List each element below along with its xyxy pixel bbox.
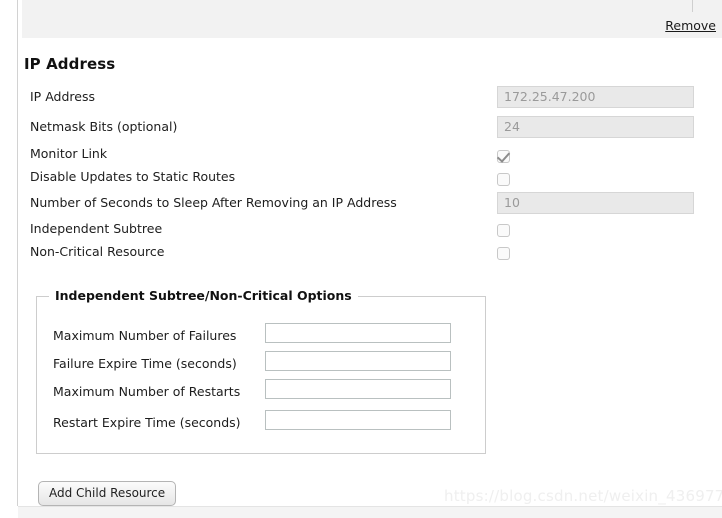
watermark-text: https://blog.csdn.net/weixin_43697701 bbox=[444, 487, 722, 505]
label-maximum-number-of-failures: Maximum Number of Failures bbox=[53, 328, 237, 343]
label-netmask-bits: Netmask Bits (optional) bbox=[30, 119, 178, 134]
non-critical-resource-checkbox[interactable] bbox=[497, 247, 510, 260]
form-row-monitor-link: Monitor Link bbox=[0, 143, 722, 166]
resource-header-bar: Remove bbox=[22, 0, 722, 38]
label-disable-updates-to-static-routes: Disable Updates to Static Routes bbox=[30, 169, 236, 184]
remove-resource-link[interactable]: Remove bbox=[665, 19, 716, 33]
seconds-to-sleep-input[interactable] bbox=[497, 192, 694, 214]
header-tick-mark bbox=[692, 0, 693, 12]
fieldset-row-restart-expire-time: Restart Expire Time (seconds) bbox=[37, 410, 487, 438]
field-monitor-link-wrap bbox=[497, 146, 510, 165]
independent-subtree-options-fieldset: Independent Subtree/Non-Critical Options… bbox=[36, 288, 487, 454]
field-seconds-to-sleep-wrap bbox=[497, 192, 694, 214]
form-row-disable-updates-static-routes: Disable Updates to Static Routes bbox=[0, 166, 722, 192]
label-failure-expire-time: Failure Expire Time (seconds) bbox=[53, 356, 237, 371]
field-non-critical-resource-wrap bbox=[497, 243, 510, 262]
resource-config-panel: Remove IP Address IP Address Netmask Bit… bbox=[0, 0, 722, 518]
fieldset-rows: Maximum Number of Failures Failure Expir… bbox=[37, 323, 487, 438]
field-disable-updates-wrap bbox=[497, 169, 510, 188]
field-netmask-bits-wrap bbox=[497, 116, 694, 138]
form-row-sleep-seconds: Number of Seconds to Sleep After Removin… bbox=[0, 192, 722, 218]
form-row-netmask-bits: Netmask Bits (optional) bbox=[0, 116, 722, 143]
monitor-link-checkbox[interactable] bbox=[497, 150, 510, 163]
fieldset-row-max-failures: Maximum Number of Failures bbox=[37, 323, 487, 351]
failure-expire-time-input[interactable] bbox=[265, 351, 451, 371]
label-ip-address: IP Address bbox=[30, 89, 95, 104]
label-independent-subtree: Independent Subtree bbox=[30, 221, 163, 236]
maximum-number-of-restarts-input[interactable] bbox=[265, 379, 451, 399]
label-maximum-number-of-restarts: Maximum Number of Restarts bbox=[53, 384, 241, 399]
form-row-non-critical-resource: Non-Critical Resource bbox=[0, 241, 722, 264]
fieldset-legend: Independent Subtree/Non-Critical Options bbox=[49, 288, 358, 303]
form-row-ip-address: IP Address bbox=[0, 86, 722, 116]
label-non-critical-resource: Non-Critical Resource bbox=[30, 244, 165, 259]
page-title: IP Address bbox=[24, 55, 116, 73]
label-seconds-to-sleep: Number of Seconds to Sleep After Removin… bbox=[30, 195, 397, 210]
label-restart-expire-time: Restart Expire Time (seconds) bbox=[53, 415, 241, 430]
restart-expire-time-input[interactable] bbox=[265, 410, 451, 430]
panel-bottom-band bbox=[18, 506, 722, 518]
form-row-independent-subtree: Independent Subtree bbox=[0, 218, 722, 241]
fieldset-row-failure-expire-time: Failure Expire Time (seconds) bbox=[37, 351, 487, 379]
add-child-resource-button[interactable]: Add Child Resource bbox=[38, 481, 177, 506]
fieldset-row-max-restarts: Maximum Number of Restarts bbox=[37, 379, 487, 410]
netmask-bits-input[interactable] bbox=[497, 116, 694, 138]
ip-address-input[interactable] bbox=[497, 86, 694, 108]
field-ip-address-wrap bbox=[497, 86, 694, 108]
label-monitor-link: Monitor Link bbox=[30, 146, 108, 161]
independent-subtree-checkbox[interactable] bbox=[497, 224, 510, 237]
ip-address-form: IP Address Netmask Bits (optional) Monit… bbox=[0, 86, 722, 264]
disable-updates-to-static-routes-checkbox[interactable] bbox=[497, 173, 510, 186]
maximum-number-of-failures-input[interactable] bbox=[265, 323, 451, 343]
field-independent-subtree-wrap bbox=[497, 220, 510, 239]
